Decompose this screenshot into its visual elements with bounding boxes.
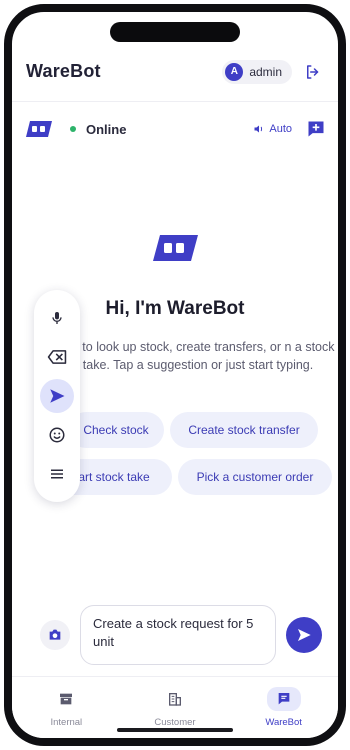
mic-button[interactable]: [40, 301, 74, 335]
nav-warebot-icon-wrap: [266, 687, 301, 711]
emoji-icon: [49, 427, 65, 443]
suggestion-pick-customer-order[interactable]: Pick a customer order: [178, 459, 332, 495]
status-left: Online: [24, 118, 126, 140]
emoji-button[interactable]: [40, 418, 74, 452]
camera-button[interactable]: [40, 620, 70, 650]
nav-customer[interactable]: Customer: [130, 687, 220, 728]
suggestion-check-stock[interactable]: Check stock: [68, 412, 164, 448]
speaker-icon: [254, 125, 263, 133]
logout-icon[interactable]: [304, 63, 322, 81]
chat-icon: [278, 693, 289, 705]
nav-internal[interactable]: Internal: [21, 687, 111, 728]
send-tool-button[interactable]: [40, 378, 74, 413]
auto-voice-toggle[interactable]: Auto: [253, 123, 292, 135]
warebot-logo-icon: [26, 121, 52, 137]
building-icon: [168, 693, 181, 706]
avatar: A: [225, 62, 244, 81]
header-actions: A admin: [222, 59, 322, 84]
suggestion-create-stock-transfer[interactable]: Create stock transfer: [170, 412, 318, 448]
nav-customer-label: Customer: [154, 717, 196, 728]
warebot-hero-logo-icon: [153, 235, 198, 261]
send-button[interactable]: [286, 617, 322, 653]
message-input[interactable]: Create a stock request for 5 unit: [80, 605, 276, 665]
auto-label: Auto: [269, 123, 292, 135]
device-notch: [110, 22, 240, 42]
menu-icon: [51, 469, 63, 479]
send-icon: [298, 629, 311, 641]
backspace-icon: [47, 349, 67, 364]
status-row: Online Auto: [12, 104, 338, 154]
mic-icon: [52, 311, 62, 324]
user-chip[interactable]: A admin: [222, 59, 292, 84]
hero-subtitle: me to look up stock, create transfers, o…: [61, 340, 335, 372]
floating-input-toolbar: [34, 290, 80, 502]
home-indicator: [117, 728, 233, 732]
app-header: WareBot A admin: [12, 42, 338, 102]
phone-frame: WareBot A admin Online Auto Hi, I'm Ware…: [4, 4, 346, 746]
status-actions: Auto: [253, 119, 326, 139]
nav-internal-label: Internal: [50, 717, 83, 728]
nav-internal-icon-wrap: [49, 687, 83, 711]
backspace-button[interactable]: [40, 340, 74, 374]
menu-button[interactable]: [40, 457, 74, 491]
nav-warebot[interactable]: WareBot: [239, 687, 329, 728]
send-icon: [50, 389, 65, 403]
composer: Create a stock request for 5 unit: [12, 602, 338, 668]
nav-warebot-label: WareBot: [265, 717, 302, 728]
archive-icon: [60, 693, 73, 705]
user-name: admin: [249, 64, 282, 79]
app-title: WareBot: [26, 61, 101, 81]
status-label: Online: [86, 121, 127, 137]
new-chat-icon[interactable]: [306, 119, 326, 139]
camera-icon: [49, 629, 61, 640]
online-dot: [70, 126, 76, 132]
nav-customer-icon-wrap: [158, 687, 192, 711]
